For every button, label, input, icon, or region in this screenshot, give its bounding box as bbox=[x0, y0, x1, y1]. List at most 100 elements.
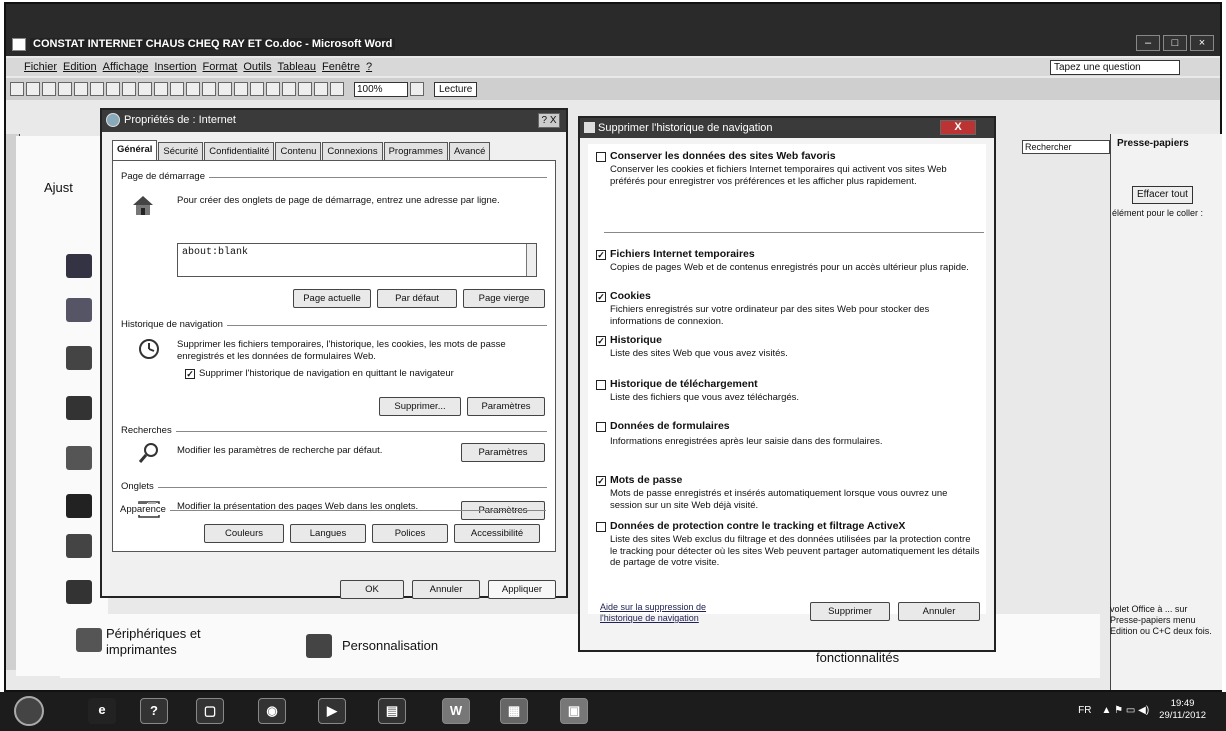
couleurs-button[interactable]: Couleurs bbox=[204, 524, 284, 543]
app-taskbar-icon[interactable]: ▣ bbox=[560, 698, 588, 724]
lecture-button[interactable]: Lecture bbox=[434, 81, 478, 97]
copy-icon[interactable] bbox=[154, 82, 168, 96]
cp-personnalisation-link[interactable]: Personnalisation bbox=[342, 638, 438, 653]
tab-confidentialite[interactable]: Confidentialité bbox=[204, 142, 275, 160]
undo-icon[interactable] bbox=[202, 82, 216, 96]
ok-button[interactable]: OK bbox=[340, 580, 404, 599]
par-defaut-button[interactable]: Par défaut bbox=[377, 289, 457, 308]
history-titlebar[interactable]: Supprimer l'historique de navigation X bbox=[580, 118, 994, 138]
display-icon[interactable] bbox=[66, 396, 92, 420]
network-app-icon[interactable]: ◉ bbox=[258, 698, 286, 724]
cookies-checkbox[interactable]: ✓ bbox=[596, 292, 606, 302]
inet-titlebar[interactable]: Propriétés de : Internet ? X bbox=[102, 110, 566, 132]
inet-close-button[interactable]: ? X bbox=[538, 113, 560, 128]
search-settings-button[interactable]: Paramètres bbox=[461, 443, 545, 462]
explorer-icon[interactable]: ▤ bbox=[378, 698, 406, 724]
ease-icon[interactable] bbox=[66, 534, 92, 558]
ie-icon[interactable]: e bbox=[88, 698, 116, 724]
tab-programmes[interactable]: Programmes bbox=[383, 142, 448, 160]
accessibilite-button[interactable]: Accessibilité bbox=[454, 524, 540, 543]
media-icon[interactable]: ▢ bbox=[196, 698, 224, 724]
clock[interactable]: 19:49 29/11/2012 bbox=[1159, 698, 1206, 722]
favorites-checkbox[interactable] bbox=[596, 152, 606, 162]
printer-icon[interactable] bbox=[76, 628, 102, 652]
forms-checkbox[interactable] bbox=[596, 422, 606, 432]
question-input[interactable]: Tapez une question bbox=[1050, 60, 1180, 75]
menu-edition[interactable]: Edition bbox=[63, 61, 97, 73]
menu-outils[interactable]: Outils bbox=[243, 61, 271, 73]
print-icon[interactable] bbox=[74, 82, 88, 96]
menu-affichage[interactable]: Affichage bbox=[103, 61, 149, 73]
hist-supprimer-button[interactable]: Supprimer bbox=[810, 602, 890, 621]
tab-connexions[interactable]: Connexions bbox=[322, 142, 383, 160]
hist-option-downloads[interactable]: Historique de téléchargement Liste des f… bbox=[596, 378, 984, 408]
save-icon[interactable] bbox=[42, 82, 56, 96]
hyperlink-icon[interactable] bbox=[234, 82, 248, 96]
tracking-checkbox[interactable] bbox=[596, 522, 606, 532]
history-close-button[interactable]: X bbox=[940, 120, 976, 135]
history-help-link[interactable]: Aide sur la suppression de l'historique … bbox=[600, 602, 730, 624]
permission-icon[interactable] bbox=[58, 82, 72, 96]
apply-button[interactable]: Appliquer bbox=[488, 580, 556, 599]
hist-option-cookies[interactable]: ✓ Cookies Fichiers enregistrés sur votre… bbox=[596, 290, 984, 332]
zoom-select[interactable]: 100% bbox=[354, 81, 408, 97]
pane-search-input[interactable]: Rechercher bbox=[1022, 140, 1110, 154]
polices-button[interactable]: Polices bbox=[372, 524, 448, 543]
delete-on-exit-checkbox[interactable]: ✓ bbox=[185, 369, 195, 379]
downloads-checkbox[interactable] bbox=[596, 380, 606, 390]
hist-annuler-button[interactable]: Annuler bbox=[898, 602, 980, 621]
language-indicator[interactable]: FR bbox=[1078, 705, 1091, 716]
preview-icon[interactable] bbox=[90, 82, 104, 96]
tab-contenu[interactable]: Contenu bbox=[275, 142, 322, 160]
maximize-icon[interactable]: □ bbox=[1163, 35, 1187, 51]
open-icon[interactable] bbox=[26, 82, 40, 96]
hist-option-temp-files[interactable]: ✓ Fichiers Internet temporaires Copies d… bbox=[596, 248, 984, 288]
hist-option-passwords[interactable]: ✓ Mots de passe Mots de passe enregistré… bbox=[596, 474, 984, 514]
tab-securite[interactable]: Sécurité bbox=[158, 142, 204, 160]
supprimer-history-button[interactable]: Supprimer... bbox=[379, 397, 461, 416]
cut-icon[interactable] bbox=[138, 82, 152, 96]
computer-icon[interactable] bbox=[66, 254, 92, 278]
word-taskbar-icon[interactable]: W bbox=[442, 698, 470, 724]
excel-icon[interactable] bbox=[266, 82, 280, 96]
help-app-icon[interactable]: ? bbox=[140, 698, 168, 724]
system-icon[interactable] bbox=[66, 494, 92, 518]
history-settings-button[interactable]: Paramètres bbox=[467, 397, 545, 416]
menu-fichier[interactable]: Fichier bbox=[24, 61, 57, 73]
start-button[interactable] bbox=[14, 696, 44, 726]
media-player-icon[interactable]: ▶ bbox=[318, 698, 346, 724]
langues-button[interactable]: Langues bbox=[290, 524, 366, 543]
spellcheck-icon[interactable] bbox=[106, 82, 120, 96]
menu-fenetre[interactable]: Fenêtre bbox=[322, 61, 360, 73]
tasks-icon[interactable] bbox=[66, 580, 92, 604]
columns-icon[interactable] bbox=[282, 82, 296, 96]
word-titlebar[interactable]: CONSTAT INTERNET CHAUS CHEQ RAY ET Co.do… bbox=[6, 4, 1220, 56]
tab-general[interactable]: Général bbox=[112, 140, 158, 160]
show-hide-icon[interactable] bbox=[330, 82, 344, 96]
cancel-button[interactable]: Annuler bbox=[412, 580, 480, 599]
control-panel-taskbar-icon[interactable]: ▦ bbox=[500, 698, 528, 724]
users-icon[interactable] bbox=[66, 346, 92, 370]
network-icon[interactable] bbox=[66, 298, 92, 322]
history-checkbox[interactable]: ✓ bbox=[596, 336, 606, 346]
page-actuelle-button[interactable]: Page actuelle bbox=[293, 289, 371, 308]
drawing-icon[interactable] bbox=[298, 82, 312, 96]
new-doc-icon[interactable] bbox=[10, 82, 24, 96]
format-painter-icon[interactable] bbox=[186, 82, 200, 96]
hist-option-forms[interactable]: Données de formulaires Informations enre… bbox=[596, 420, 984, 450]
hist-option-tracking[interactable]: Données de protection contre le tracking… bbox=[596, 520, 984, 582]
cp-fonctionnalites-link[interactable]: fonctionnalités bbox=[816, 650, 899, 665]
paste-icon[interactable] bbox=[170, 82, 184, 96]
research-icon[interactable] bbox=[122, 82, 136, 96]
page-vierge-button[interactable]: Page vierge bbox=[463, 289, 545, 308]
table-icon[interactable] bbox=[250, 82, 264, 96]
tray-icons[interactable]: ▲ ⚑ ▭ ◀) bbox=[1101, 705, 1149, 716]
effacer-tout-button[interactable]: Effacer tout bbox=[1132, 186, 1193, 204]
hist-option-history[interactable]: ✓ Historique Liste des sites Web que vou… bbox=[596, 334, 984, 364]
menu-tableau[interactable]: Tableau bbox=[278, 61, 317, 73]
close-icon[interactable]: × bbox=[1190, 35, 1214, 51]
menu-help[interactable]: ? bbox=[366, 61, 372, 73]
cp-peripheriques-link[interactable]: Périphériques et imprimantes bbox=[106, 626, 246, 658]
homepage-scrollbar[interactable] bbox=[526, 244, 536, 276]
hist-option-favorites[interactable]: Conserver les données des sites Web favo… bbox=[596, 150, 984, 200]
